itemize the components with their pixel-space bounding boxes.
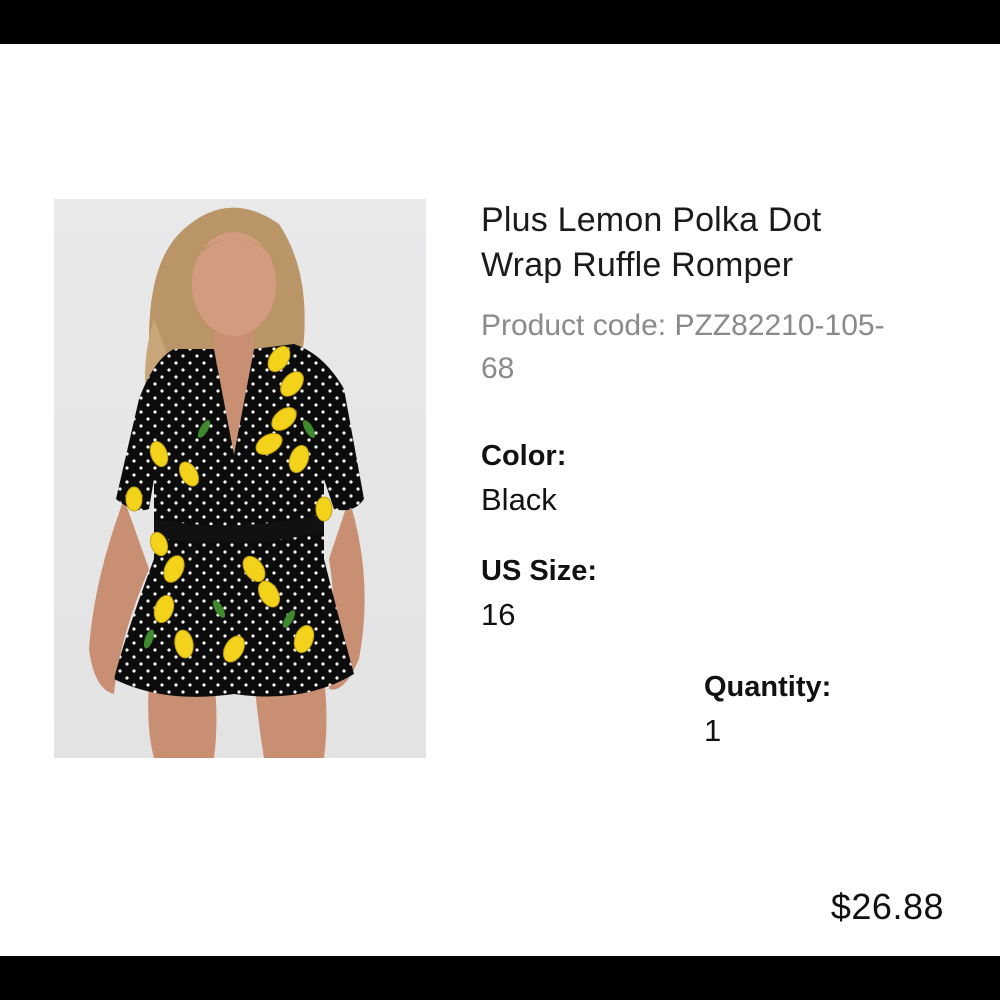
top-bar <box>0 0 1000 44</box>
product-code: Product code: PZZ82210-105-68 <box>481 309 885 385</box>
size-value: 16 <box>481 597 516 632</box>
color-label: Color: <box>481 440 567 472</box>
quantity-label: Quantity: <box>704 671 832 703</box>
color-value: Black <box>481 482 557 517</box>
price: $26.88 <box>830 886 944 927</box>
size-label: US Size: <box>481 555 598 587</box>
product-title: Plus Lemon Polka Dot Wrap Ruffle Romper <box>481 201 822 284</box>
product-image <box>54 199 426 758</box>
quantity-value: 1 <box>704 713 722 748</box>
bottom-bar <box>0 956 1000 1000</box>
